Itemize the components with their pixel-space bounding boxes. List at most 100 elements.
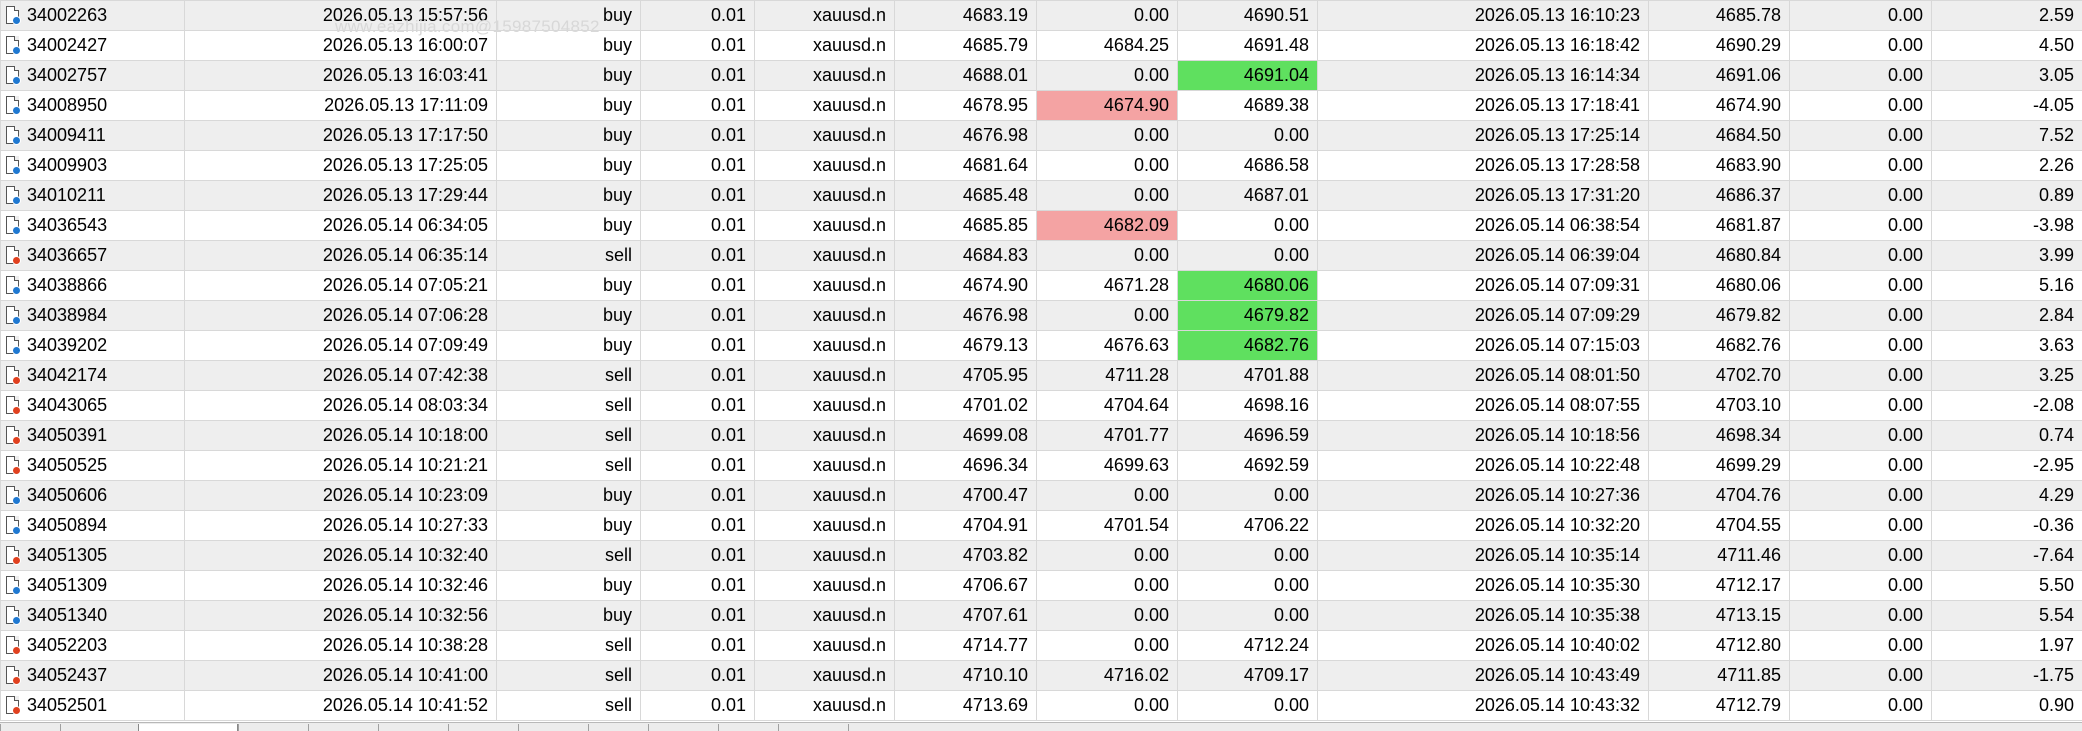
table-row[interactable]: 340089502026.05.13 17:11:09buy0.01xauusd… (1, 91, 2082, 121)
open-time-cell: 2026.05.13 17:25:05 (185, 151, 497, 181)
open-time-cell: 2026.05.14 07:05:21 (185, 271, 497, 301)
open-time-cell: 2026.05.14 10:21:21 (185, 451, 497, 481)
table-row[interactable]: 340099032026.05.13 17:25:05buy0.01xauusd… (1, 151, 2082, 181)
volume-cell: 0.01 (641, 331, 755, 361)
profit-cell: -7.64 (1932, 541, 2082, 571)
volume-cell: 0.01 (641, 31, 755, 61)
stop-loss-cell: 0.00 (1037, 691, 1178, 721)
volume-cell: 0.01 (641, 541, 755, 571)
stop-loss-cell: 4704.64 (1037, 391, 1178, 421)
table-row[interactable]: 340392022026.05.14 07:09:49buy0.01xauusd… (1, 331, 2082, 361)
table-row[interactable]: 340366572026.05.14 06:35:14sell0.01xauus… (1, 241, 2082, 271)
close-time-cell: 2026.05.14 10:43:32 (1318, 691, 1649, 721)
open-time-cell: 2026.05.14 10:23:09 (185, 481, 497, 511)
order-type-cell: sell (497, 661, 641, 691)
take-profit-cell: 4689.38 (1178, 91, 1318, 121)
buy-order-icon (5, 215, 22, 236)
table-row[interactable]: 340024272026.05.13 16:00:07buy0.01xauusd… (1, 31, 2082, 61)
swap-cell: 0.00 (1790, 601, 1932, 631)
symbol-cell: xauusd.n (755, 541, 895, 571)
order-type-cell: buy (497, 481, 641, 511)
volume-cell: 0.01 (641, 661, 755, 691)
close-time-cell: 2026.05.14 07:09:31 (1318, 271, 1649, 301)
symbol-cell: xauusd.n (755, 301, 895, 331)
table-row[interactable]: 340022632026.05.13 15:57:56buy0.01xauusd… (1, 1, 2082, 31)
table-row[interactable]: 340522032026.05.14 10:38:28sell0.01xauus… (1, 631, 2082, 661)
swap-cell: 0.00 (1790, 61, 1932, 91)
buy-order-icon (5, 35, 22, 56)
order-type-cell: sell (497, 541, 641, 571)
profit-cell: -4.05 (1932, 91, 2082, 121)
ticket-number: 34052437 (27, 665, 107, 685)
profit-cell: -0.36 (1932, 511, 2082, 541)
ticket-cell: 34038866 (1, 271, 185, 301)
open-price-cell: 4700.47 (895, 481, 1037, 511)
table-row[interactable]: 340505252026.05.14 10:21:21sell0.01xauus… (1, 451, 2082, 481)
stop-loss-cell: 0.00 (1037, 301, 1178, 331)
open-time-cell: 2026.05.13 17:11:09 (185, 91, 497, 121)
swap-cell: 0.00 (1790, 331, 1932, 361)
swap-cell: 0.00 (1790, 271, 1932, 301)
profit-cell: 0.90 (1932, 691, 2082, 721)
table-row[interactable]: 340506062026.05.14 10:23:09buy0.01xauusd… (1, 481, 2082, 511)
table-row[interactable]: 340388662026.05.14 07:05:21buy0.01xauusd… (1, 271, 2082, 301)
swap-cell: 0.00 (1790, 661, 1932, 691)
ticket-cell: 34051340 (1, 601, 185, 631)
sell-order-icon (5, 695, 22, 716)
swap-cell: 0.00 (1790, 211, 1932, 241)
ticket-number: 34052203 (27, 635, 107, 655)
close-time-cell: 2026.05.14 07:09:29 (1318, 301, 1649, 331)
volume-cell: 0.01 (641, 61, 755, 91)
ticket-cell: 34009903 (1, 151, 185, 181)
table-row[interactable]: 340389842026.05.14 07:06:28buy0.01xauusd… (1, 301, 2082, 331)
table-row[interactable]: 340513092026.05.14 10:32:46buy0.01xauusd… (1, 571, 2082, 601)
open-time-cell: 2026.05.14 10:38:28 (185, 631, 497, 661)
close-price-cell: 4691.06 (1649, 61, 1790, 91)
take-profit-cell: 0.00 (1178, 571, 1318, 601)
ticket-number: 34038866 (27, 275, 107, 295)
open-time-cell: 2026.05.14 07:42:38 (185, 361, 497, 391)
close-time-cell: 2026.05.13 17:31:20 (1318, 181, 1649, 211)
profit-cell: 5.16 (1932, 271, 2082, 301)
close-price-cell: 4682.76 (1649, 331, 1790, 361)
volume-cell: 0.01 (641, 181, 755, 211)
stop-loss-cell: 0.00 (1037, 1, 1178, 31)
table-row[interactable]: 340430652026.05.14 08:03:34sell0.01xauus… (1, 391, 2082, 421)
table-row[interactable]: 340513402026.05.14 10:32:56buy0.01xauusd… (1, 601, 2082, 631)
ticket-number: 34042174 (27, 365, 107, 385)
order-type-cell: buy (497, 1, 641, 31)
open-time-cell: 2026.05.13 16:00:07 (185, 31, 497, 61)
stop-loss-cell: 4682.09 (1037, 211, 1178, 241)
table-row[interactable]: 340102112026.05.13 17:29:44buy0.01xauusd… (1, 181, 2082, 211)
ticket-cell: 34052437 (1, 661, 185, 691)
profit-cell: 3.99 (1932, 241, 2082, 271)
swap-cell: 0.00 (1790, 631, 1932, 661)
volume-cell: 0.01 (641, 211, 755, 241)
open-time-cell: 2026.05.14 10:32:46 (185, 571, 497, 601)
open-time-cell: 2026.05.13 15:57:56 (185, 1, 497, 31)
table-row[interactable]: 340503912026.05.14 10:18:00sell0.01xauus… (1, 421, 2082, 451)
table-row[interactable]: 340421742026.05.14 07:42:38sell0.01xauus… (1, 361, 2082, 391)
table-row[interactable]: 340525012026.05.14 10:41:52sell0.01xauus… (1, 691, 2082, 721)
open-time-cell: 2026.05.14 07:09:49 (185, 331, 497, 361)
trade-history-body: 340022632026.05.13 15:57:56buy0.01xauusd… (1, 1, 2082, 721)
table-row[interactable]: 340365432026.05.14 06:34:05buy0.01xauusd… (1, 211, 2082, 241)
order-type-cell: sell (497, 691, 641, 721)
open-price-cell: 4685.48 (895, 181, 1037, 211)
table-row[interactable]: 340027572026.05.13 16:03:41buy0.01xauusd… (1, 61, 2082, 91)
table-row[interactable]: 340524372026.05.14 10:41:00sell0.01xauus… (1, 661, 2082, 691)
stop-loss-cell: 4699.63 (1037, 451, 1178, 481)
close-time-cell: 2026.05.13 16:18:42 (1318, 31, 1649, 61)
table-row[interactable]: 340094112026.05.13 17:17:50buy0.01xauusd… (1, 121, 2082, 151)
open-time-cell: 2026.05.14 10:32:56 (185, 601, 497, 631)
table-row[interactable]: 340513052026.05.14 10:32:40sell0.01xauus… (1, 541, 2082, 571)
buy-order-icon (5, 185, 22, 206)
close-price-cell: 4704.55 (1649, 511, 1790, 541)
close-price-cell: 4683.90 (1649, 151, 1790, 181)
symbol-cell: xauusd.n (755, 91, 895, 121)
open-price-cell: 4688.01 (895, 61, 1037, 91)
swap-cell: 0.00 (1790, 541, 1932, 571)
table-row[interactable]: 340508942026.05.14 10:27:33buy0.01xauusd… (1, 511, 2082, 541)
profit-cell: 7.52 (1932, 121, 2082, 151)
close-price-cell: 4679.82 (1649, 301, 1790, 331)
